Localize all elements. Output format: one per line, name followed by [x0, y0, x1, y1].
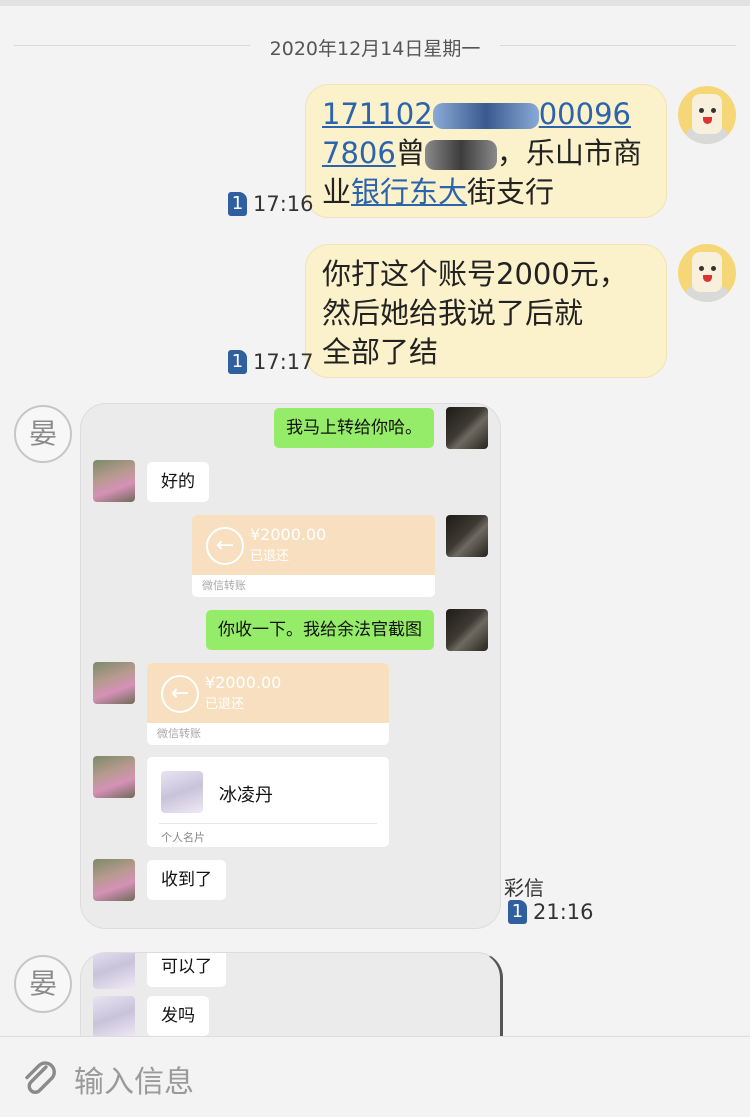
- user-avatar[interactable]: [678, 244, 736, 302]
- compose-bar: 输入信息: [0, 1036, 750, 1117]
- message-bubble[interactable]: 你打这个账号2000元， 然后她给我说了后就 全部了结: [305, 244, 667, 378]
- transfer-card: ← ¥2000.00 已退还 微信转账: [192, 515, 435, 597]
- message-time: 17:17: [253, 350, 314, 374]
- chat-bubble-sent: 我马上转给你哈。: [274, 408, 434, 448]
- message-text: 曾: [395, 136, 425, 170]
- message-time: 21:16: [533, 900, 594, 924]
- sim-icon: 1: [228, 350, 247, 374]
- message-line: 171102 00096: [322, 95, 652, 134]
- chat-avatar: [93, 662, 135, 704]
- chat-avatar: [93, 859, 135, 901]
- divider: [500, 45, 736, 46]
- message-text: 街支行: [467, 175, 555, 209]
- divider: [14, 45, 250, 46]
- chat-avatar: [93, 996, 135, 1038]
- transfer-status: 已退还: [205, 697, 245, 712]
- date-label: 2020年12月14日星期一: [269, 38, 481, 60]
- transfer-amount: ¥2000.00: [205, 673, 282, 692]
- message-input[interactable]: 输入信息: [74, 1057, 194, 1101]
- contact-card: 冰凌丹 个人名片: [147, 757, 389, 847]
- chat-avatar: [93, 756, 135, 798]
- card-avatar: [161, 771, 203, 813]
- message-bubble[interactable]: 171102 00096 7806曾 ，乐山市商 业银行东大街支行: [305, 84, 667, 218]
- transfer-label: 微信转账: [202, 579, 246, 592]
- message-line: 业银行东大街支行: [322, 173, 652, 212]
- address-link[interactable]: 银行东大: [351, 175, 467, 209]
- chat-bubble-received: 收到了: [147, 860, 226, 900]
- sim-icon: 1: [228, 192, 247, 216]
- mms-image[interactable]: 我马上转给你哈。 好的 ← ¥2000.00 已退还 微信转账 你收一下。我给余…: [80, 403, 501, 929]
- transfer-amount: ¥2000.00: [250, 525, 327, 544]
- chat-avatar: [93, 953, 135, 989]
- account-link[interactable]: 7806: [322, 136, 396, 170]
- message-meta: 1 17:17: [228, 350, 314, 374]
- attachment-icon[interactable]: [22, 1059, 58, 1099]
- user-avatar[interactable]: [678, 86, 736, 144]
- chat-avatar: [446, 515, 488, 557]
- chat-avatar: [93, 460, 135, 502]
- date-separator: 2020年12月14日星期一: [0, 32, 750, 60]
- message-line: 你打这个账号2000元，: [322, 257, 628, 291]
- message-text: 业: [322, 175, 352, 209]
- transfer-card: ← ¥2000.00 已退还 微信转账: [147, 663, 389, 745]
- chat-avatar: [446, 407, 488, 449]
- contact-avatar[interactable]: 晏: [14, 955, 72, 1013]
- message-time: 17:16: [253, 192, 314, 216]
- account-link[interactable]: 00096: [539, 97, 631, 131]
- card-label: 个人名片: [161, 831, 205, 844]
- transfer-label: 微信转账: [157, 727, 201, 740]
- message-line: 然后她给我说了后就: [322, 296, 584, 330]
- message-text: ，乐山市商: [496, 136, 642, 170]
- chat-bubble-received: 可以了: [147, 953, 226, 987]
- message-line: 7806曾 ，乐山市商: [322, 134, 652, 173]
- return-arrow-icon: ←: [161, 675, 199, 713]
- redaction: [424, 140, 497, 170]
- sim-icon: 1: [508, 900, 527, 924]
- message-line: 全部了结: [322, 335, 439, 369]
- message-meta: 1 17:16: [228, 192, 314, 216]
- account-link[interactable]: 171102: [322, 97, 433, 131]
- chat-bubble-received: 好的: [147, 462, 209, 502]
- transfer-status: 已退还: [250, 549, 290, 564]
- return-arrow-icon: ←: [206, 527, 244, 565]
- status-strip: [0, 0, 750, 6]
- card-name: 冰凌丹: [219, 785, 273, 806]
- message-meta: 1 21:16: [508, 900, 594, 924]
- chat-bubble-received: 发吗: [147, 996, 209, 1036]
- chat-bubble-sent: 你收一下。我给余法官截图: [206, 610, 434, 650]
- chat-avatar: [446, 609, 488, 651]
- mms-label: 彩信: [504, 876, 544, 900]
- redaction: [432, 103, 539, 129]
- contact-avatar[interactable]: 晏: [14, 405, 72, 463]
